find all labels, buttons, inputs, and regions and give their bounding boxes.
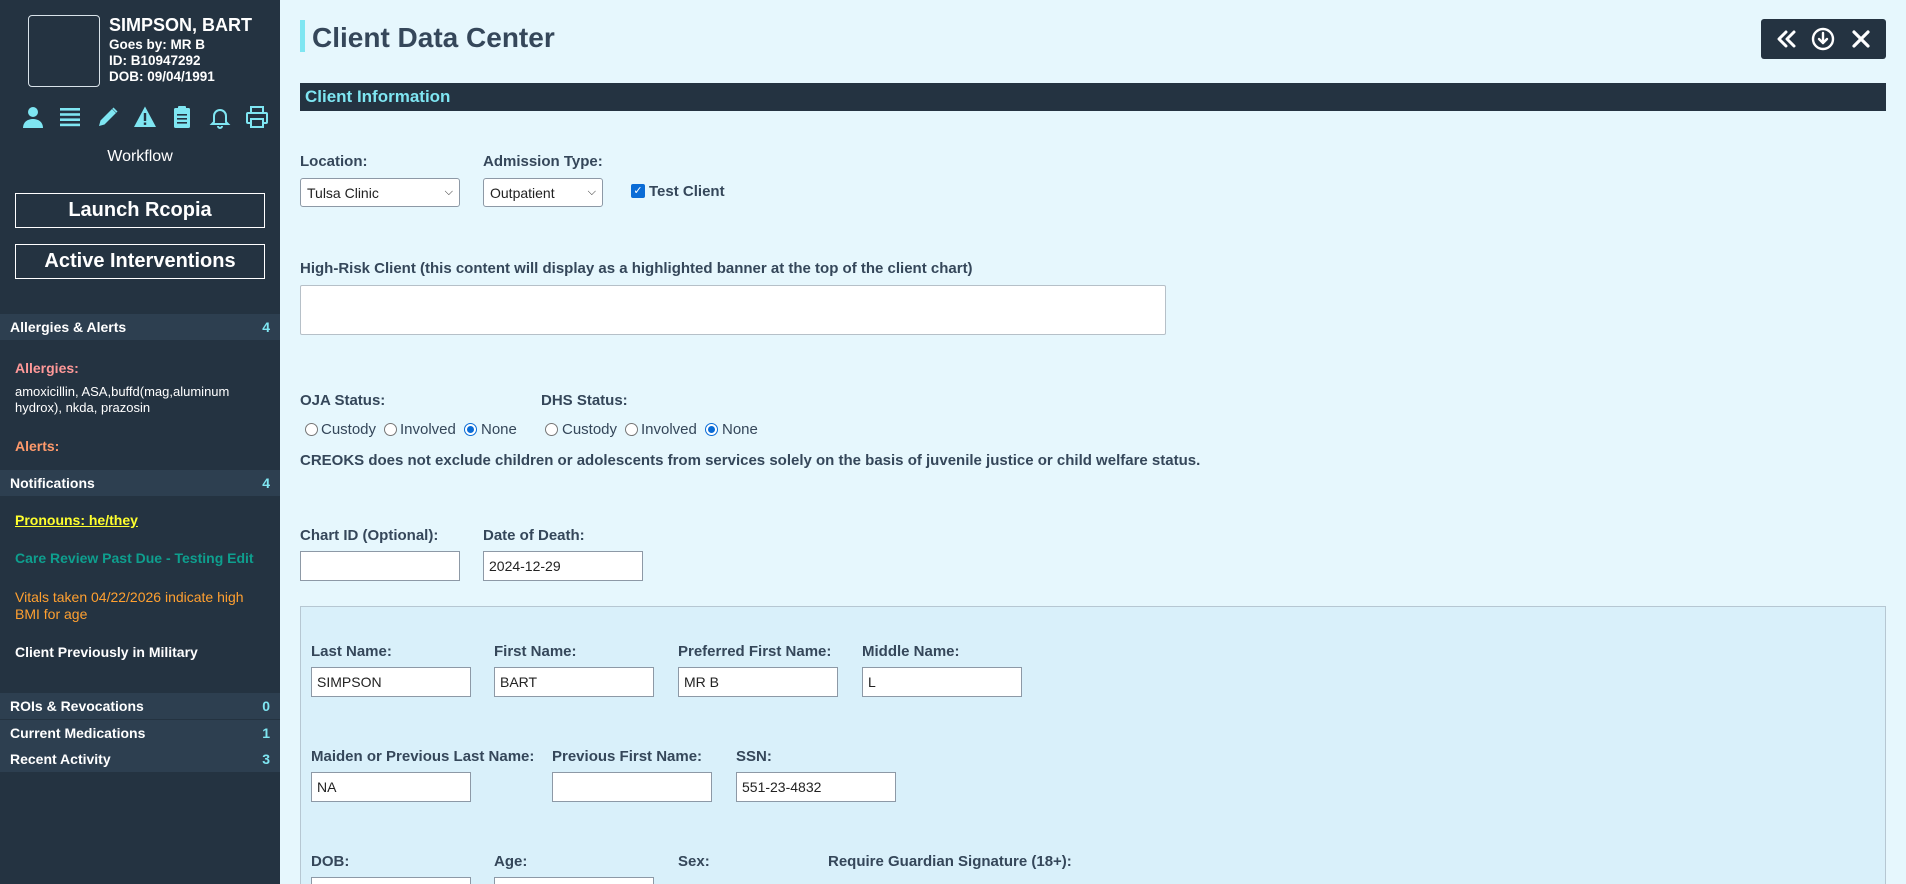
allergies-alerts-header[interactable]: Allergies & Alerts 4	[0, 314, 280, 340]
age-label: Age:	[494, 853, 528, 870]
main-content: Client Data Center Client Information Lo…	[280, 0, 1906, 884]
avatar[interactable]	[28, 15, 100, 87]
admission-type-label: Admission Type:	[483, 153, 603, 170]
date-of-death-label: Date of Death:	[483, 527, 585, 544]
dhs-custody-label: Custody	[562, 421, 618, 438]
section-label: Current Medications	[10, 725, 146, 741]
sex-label: Sex:	[678, 853, 710, 870]
window-controls	[1761, 19, 1886, 59]
sidebar: SIMPSON, BART Goes by: MR B ID: B1094729…	[0, 0, 280, 884]
active-interventions-button[interactable]: Active Interventions	[15, 244, 265, 279]
location-label: Location:	[300, 153, 368, 170]
close-icon[interactable]	[1847, 25, 1875, 53]
oja-involved-radio[interactable]	[384, 423, 397, 436]
previous-first-name-label: Previous First Name:	[552, 748, 703, 765]
ssn-input[interactable]: 551-23-4832	[736, 772, 896, 802]
allergies-text: amoxicillin, ASA,buffd(mag,aluminum hydr…	[15, 384, 230, 415]
dob-label: DOB:	[311, 853, 350, 870]
title-accent-bar	[300, 20, 305, 52]
rois-header[interactable]: ROIs & Revocations 0	[0, 693, 280, 719]
dhs-none-radio[interactable]	[705, 423, 718, 436]
notification-pronouns[interactable]: Pronouns: he/they	[15, 512, 270, 529]
section-count: 4	[262, 319, 270, 335]
oja-involved-label: Involved	[400, 421, 456, 438]
client-information-header: Client Information	[300, 83, 1886, 111]
chevron-down-icon: ⌵	[587, 186, 596, 198]
notification-vitals[interactable]: Vitals taken 04/22/2026 indicate high BM…	[15, 589, 270, 623]
clipboard-icon[interactable]	[169, 104, 195, 130]
location-select[interactable]: Tulsa Clinic ⌵	[300, 178, 460, 207]
client-id: ID: B10947292	[109, 53, 201, 68]
dhs-status-label: DHS Status:	[541, 392, 628, 409]
preferred-first-name-input[interactable]: MR B	[678, 667, 838, 697]
client-dob: DOB: 09/04/1991	[109, 69, 215, 84]
test-client-label: Test Client	[649, 183, 725, 200]
page-title: Client Data Center	[312, 22, 555, 53]
warning-icon[interactable]	[132, 104, 158, 130]
client-goes-by: Goes by: MR B	[109, 37, 206, 52]
chart-id-label: Chart ID (Optional):	[300, 527, 439, 544]
dhs-custody-radio[interactable]	[545, 423, 558, 436]
oja-none-label: None	[481, 421, 517, 438]
chart-id-input[interactable]	[300, 551, 460, 581]
middle-name-label: Middle Name:	[862, 643, 960, 660]
section-label: Allergies & Alerts	[10, 319, 127, 335]
oja-custody-radio[interactable]	[305, 423, 318, 436]
oja-none-radio[interactable]	[464, 423, 477, 436]
previous-first-name-input[interactable]	[552, 772, 712, 802]
age-input[interactable]	[494, 877, 654, 884]
pencil-icon[interactable]	[95, 104, 121, 130]
collapse-icon[interactable]	[1772, 25, 1800, 53]
allergies-title: Allergies:	[15, 360, 79, 376]
admission-type-select[interactable]: Outpatient ⌵	[483, 178, 603, 207]
recent-activity-header[interactable]: Recent Activity 3	[0, 746, 280, 772]
maiden-name-label: Maiden or Previous Last Name:	[311, 748, 535, 765]
chevron-down-icon: ⌵	[444, 186, 453, 198]
middle-name-input[interactable]: L	[862, 667, 1022, 697]
oja-custody-label: Custody	[321, 421, 377, 438]
client-name: SIMPSON, BART	[109, 15, 253, 35]
oja-status-label: OJA Status:	[300, 392, 386, 409]
printer-icon[interactable]	[244, 104, 270, 130]
alerts-title: Alerts:	[15, 438, 60, 454]
workflow-label[interactable]: Workflow	[0, 148, 280, 166]
high-risk-textarea[interactable]	[300, 285, 1166, 335]
section-count: 1	[262, 725, 270, 741]
notification-military[interactable]: Client Previously in Military	[15, 644, 270, 661]
dhs-involved-radio[interactable]	[625, 423, 638, 436]
juvenile-justice-note: CREOKS does not exclude children or adol…	[300, 452, 1201, 469]
section-count: 4	[262, 475, 270, 491]
section-count: 3	[262, 751, 270, 767]
section-label: Notifications	[10, 475, 95, 491]
list-icon[interactable]	[57, 104, 83, 130]
location-value: Tulsa Clinic	[307, 184, 379, 201]
notifications-header[interactable]: Notifications 4	[0, 470, 280, 496]
preferred-first-name-label: Preferred First Name:	[678, 643, 832, 660]
admission-type-value: Outpatient	[490, 184, 555, 201]
client-header: SIMPSON, BART Goes by: MR B ID: B1094729…	[28, 15, 278, 89]
test-client-checkbox[interactable]: ✓	[631, 184, 645, 198]
dhs-none-label: None	[722, 421, 758, 438]
medications-header[interactable]: Current Medications 1	[0, 720, 280, 746]
launch-rcopia-button[interactable]: Launch Rcopia	[15, 193, 265, 228]
ssn-label: SSN:	[736, 748, 772, 765]
section-count: 0	[262, 698, 270, 714]
guardian-signature-label: Require Guardian Signature (18+):	[828, 853, 1072, 870]
maiden-name-input[interactable]: NA	[311, 772, 471, 802]
download-icon[interactable]	[1809, 25, 1837, 53]
date-of-death-input[interactable]: 2024-12-29	[483, 551, 643, 581]
first-name-label: First Name:	[494, 643, 577, 660]
bell-icon[interactable]	[207, 104, 233, 130]
last-name-label: Last Name:	[311, 643, 392, 660]
sidebar-icon-toolbar	[20, 104, 270, 130]
dob-input[interactable]	[311, 877, 471, 884]
person-icon[interactable]	[20, 104, 46, 130]
high-risk-label: High-Risk Client (this content will disp…	[300, 260, 973, 277]
dhs-involved-label: Involved	[641, 421, 697, 438]
first-name-input[interactable]: BART	[494, 667, 654, 697]
section-label: ROIs & Revocations	[10, 698, 144, 714]
notification-care-review[interactable]: Care Review Past Due - Testing Edit	[15, 550, 270, 567]
section-label: Recent Activity	[10, 751, 111, 767]
last-name-input[interactable]: SIMPSON	[311, 667, 471, 697]
